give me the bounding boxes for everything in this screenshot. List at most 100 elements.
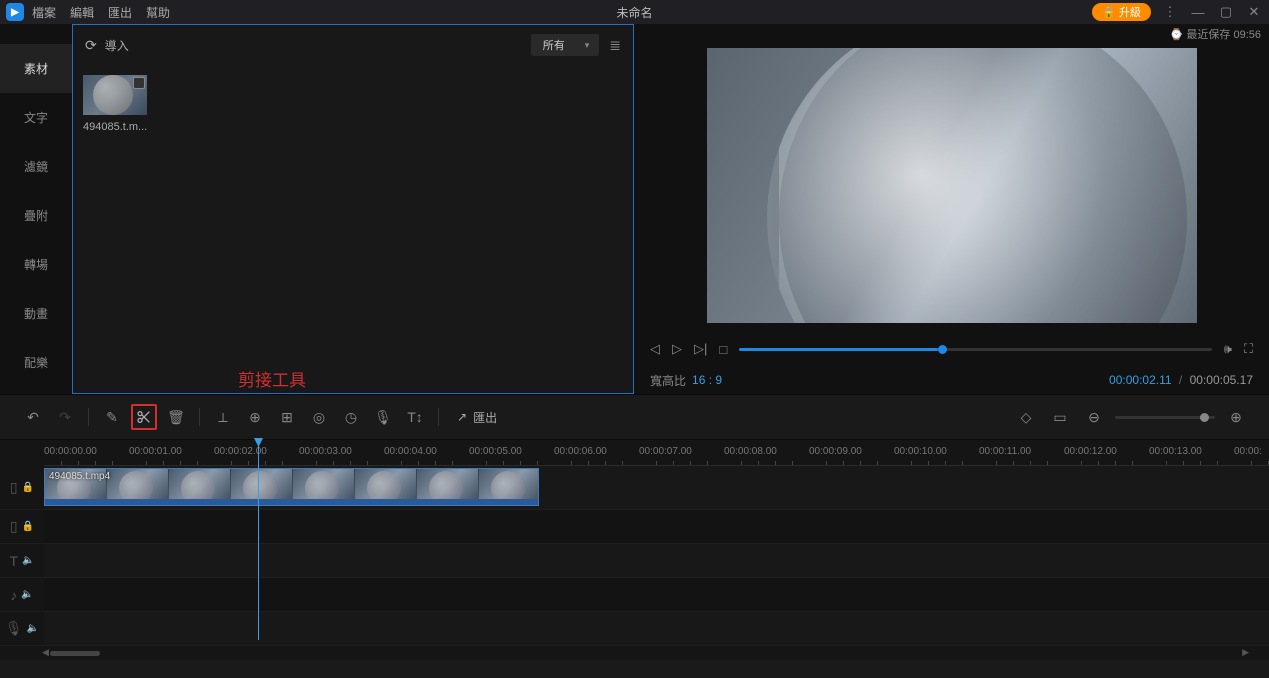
preview-meta: 寬高比 16 : 9 00:00:02.11 / 00:00:05.17 <box>634 366 1269 394</box>
sidebar: 素材 文字 濾鏡 疊附 轉場 動畫 配樂 <box>0 24 72 394</box>
fit-icon[interactable]: ▭ <box>1047 404 1073 430</box>
ruler-tick: 00:00:04.00 <box>384 446 437 457</box>
timeline-clip[interactable]: 494085.t.mp4 <box>44 468 539 506</box>
zoom-slider-thumb[interactable] <box>1200 413 1209 422</box>
cut-tool[interactable] <box>131 404 157 430</box>
prev-frame-button[interactable]: ◁ <box>650 341 660 357</box>
media-filter-dropdown[interactable]: 所有 ▾ <box>531 34 600 56</box>
lock-icon[interactable]: 🔒 <box>22 482 34 493</box>
sidebar-tab-music[interactable]: 配樂 <box>0 338 72 387</box>
mute-icon[interactable]: 🔈 <box>21 589 33 600</box>
scroll-left-icon[interactable]: ◀ <box>42 647 49 658</box>
preview-panel: ⌚ 最近保存 09:56 ◁ ▷ ▷| □ 🕪 ⛶ 寬高比 16 : 9 00:… <box>634 24 1269 394</box>
import-button[interactable]: ⟳ 導入 <box>85 37 129 54</box>
media-item-label: 494085.t.m... <box>83 121 153 133</box>
toolbar-divider <box>438 408 439 426</box>
ruler-tick: 00:00:05.00 <box>469 446 522 457</box>
aspect-label: 寬高比 <box>650 372 686 389</box>
zoom-out-button[interactable]: ⊖ <box>1081 404 1107 430</box>
chevron-down-icon: ▾ <box>585 40 590 51</box>
voice-track-body[interactable] <box>44 612 1269 645</box>
fullscreen-icon[interactable]: ⛶ <box>1244 341 1253 357</box>
timeline-ruler[interactable]: 00:00:00.0000:00:01.0000:00:02.0000:00:0… <box>44 440 1269 466</box>
app-logo: ▶ <box>6 3 24 21</box>
video-track-body[interactable]: 494085.t.mp4 <box>44 466 1269 509</box>
undo-button[interactable]: ↶ <box>20 404 46 430</box>
zoom-in-button[interactable]: ⊕ <box>1223 404 1249 430</box>
next-frame-button[interactable]: ▷| <box>694 341 707 357</box>
playhead[interactable] <box>258 440 259 640</box>
delete-button[interactable]: 🗑 <box>163 404 189 430</box>
aspect-value[interactable]: 16 : 9 <box>692 373 722 387</box>
timeline-toolbar: ↶ ↷ ✎ 🗑 ⟂ ⊕ ⊞ ◎ ◷ 🎙 T↕ ↗ 匯出 ◇ ▭ ⊖ ⊕ <box>0 394 1269 440</box>
list-view-icon[interactable]: ≣ <box>609 37 621 54</box>
redo-button[interactable]: ↷ <box>52 404 78 430</box>
zoom-slider[interactable] <box>1115 416 1215 419</box>
sidebar-tab-text[interactable]: 文字 <box>0 93 72 142</box>
edit-tool[interactable]: ✎ <box>99 404 125 430</box>
scroll-right-icon[interactable]: ▶ <box>1242 647 1249 658</box>
marker-icon[interactable]: ◇ <box>1013 404 1039 430</box>
text-track-body[interactable] <box>44 544 1269 577</box>
ruler-tick: 00:00:11.00 <box>979 446 1031 457</box>
track-head-audio[interactable]: ♪ 🔈 <box>0 578 44 611</box>
progress-bar[interactable] <box>739 348 1211 351</box>
horizontal-scrollbar[interactable] <box>50 651 100 656</box>
voiceover-button[interactable]: 🎙 <box>370 404 396 430</box>
lock-icon[interactable]: 🔒 <box>22 521 34 532</box>
export-button[interactable]: ↗ 匯出 <box>449 409 505 426</box>
volume-icon[interactable]: 🕪 <box>1224 341 1232 357</box>
preview-controls: ◁ ▷ ▷| □ 🕪 ⛶ <box>634 332 1269 366</box>
snapshot-button[interactable]: ◎ <box>306 404 332 430</box>
mute-icon[interactable]: 🔈 <box>27 623 39 634</box>
ruler-tick: 00:00: <box>1234 446 1262 457</box>
content-row: 素材 文字 濾鏡 疊附 轉場 動畫 配樂 ⟳ 導入 所有 ▾ ≣ <box>0 24 1269 394</box>
menu-edit[interactable]: 編輯 <box>70 4 94 21</box>
current-time: 00:00:02.11 <box>1109 373 1172 387</box>
audio-track-body[interactable] <box>44 578 1269 611</box>
clock-icon: ⌚ <box>1170 29 1184 41</box>
sidebar-tab-animation[interactable]: 動畫 <box>0 289 72 338</box>
preview-video <box>634 24 1269 332</box>
sidebar-tab-filters[interactable]: 濾鏡 <box>0 142 72 191</box>
close-button[interactable]: ✕ <box>1245 4 1263 20</box>
audio-track: ♪ 🔈 <box>0 578 1269 612</box>
ruler-tick: 00:00:08.00 <box>724 446 777 457</box>
mute-icon[interactable]: 🔈 <box>22 555 34 566</box>
ruler-tick: 00:00:00.00 <box>44 446 97 457</box>
sidebar-tab-overlay[interactable]: 疊附 <box>0 191 72 240</box>
menu-help[interactable]: 幫助 <box>146 4 170 21</box>
track-head-overlay[interactable]: ▯ 🔒 <box>0 510 44 543</box>
voice-track-icon: 🎙 <box>5 620 23 637</box>
split-screen-button[interactable]: ⊞ <box>274 404 300 430</box>
track-head-text[interactable]: T 🔈 <box>0 544 44 577</box>
sidebar-tab-media[interactable]: 素材 <box>0 44 72 93</box>
speed-button[interactable]: ◷ <box>338 404 364 430</box>
overlay-track-icon: ▯ <box>10 518 18 535</box>
menu-export[interactable]: 匯出 <box>108 4 132 21</box>
more-icon[interactable]: ⋮ <box>1161 4 1179 20</box>
text-track: T 🔈 <box>0 544 1269 578</box>
minimize-button[interactable]: — <box>1189 5 1207 20</box>
menu-file[interactable]: 檔案 <box>32 4 56 21</box>
ruler-tick: 00:00:03.00 <box>299 446 352 457</box>
maximize-button[interactable]: ▢ <box>1217 4 1235 20</box>
scissors-icon <box>136 409 152 425</box>
voiceover-track: 🎙 🔈 <box>0 612 1269 646</box>
video-frame[interactable] <box>707 48 1197 323</box>
add-marker-button[interactable]: ⊕ <box>242 404 268 430</box>
toolbar-divider <box>199 408 200 426</box>
overlay-track-body[interactable] <box>44 510 1269 543</box>
track-head-voice[interactable]: 🎙 🔈 <box>0 612 44 645</box>
stop-button[interactable]: □ <box>719 342 727 357</box>
crop-button[interactable]: ⟂ <box>210 404 236 430</box>
text-tool-button[interactable]: T↕ <box>402 404 428 430</box>
play-button[interactable]: ▷ <box>672 341 682 357</box>
progress-thumb[interactable] <box>938 345 947 354</box>
track-head-video[interactable]: ▯ 🔒 <box>0 466 44 509</box>
text-track-icon: T <box>9 553 18 569</box>
sidebar-tab-transitions[interactable]: 轉場 <box>0 240 72 289</box>
upgrade-button[interactable]: 🔒 升級 <box>1092 3 1151 21</box>
upgrade-label: 升級 <box>1119 4 1141 20</box>
media-item[interactable]: 494085.t.m... <box>83 75 163 133</box>
